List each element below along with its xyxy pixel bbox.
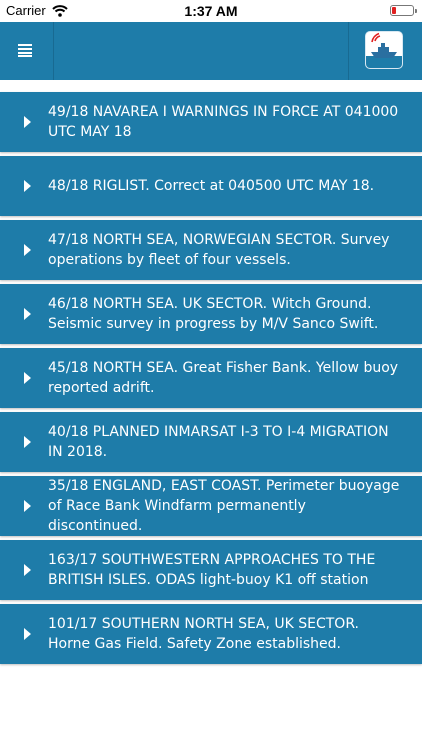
- warning-list-item[interactable]: 35/18 ENGLAND, EAST COAST. Perimeter buo…: [0, 476, 422, 536]
- chevron-right-icon: [24, 308, 31, 320]
- warning-title: 49/18 NAVAREA I WARNINGS IN FORCE AT 041…: [48, 104, 399, 140]
- ship-radio-logo-icon: [366, 32, 402, 68]
- warning-list-item[interactable]: 163/17 SOUTHWESTERN APPROACHES TO THE BR…: [0, 540, 422, 600]
- hamburger-menu-icon: [18, 44, 32, 57]
- warning-title: 47/18 NORTH SEA, NORWEGIAN SECTOR. Surve…: [48, 232, 390, 268]
- warning-list-item[interactable]: 46/18 NORTH SEA. UK SECTOR. Witch Ground…: [0, 284, 422, 344]
- warning-title: 163/17 SOUTHWESTERN APPROACHES TO THE BR…: [48, 552, 376, 588]
- warning-title: 48/18 RIGLIST. Correct at 040500 UTC MAY…: [48, 178, 375, 194]
- chevron-right-icon: [24, 500, 31, 512]
- chevron-right-icon: [24, 372, 31, 384]
- warning-list-item[interactable]: 101/17 SOUTHERN NORTH SEA, UK SECTOR. Ho…: [0, 604, 422, 664]
- chevron-right-icon: [24, 180, 31, 192]
- warning-title: 40/18 PLANNED INMARSAT I-3 TO I-4 MIGRAT…: [48, 424, 389, 460]
- chevron-right-icon: [24, 564, 31, 576]
- menu-button[interactable]: [0, 22, 54, 80]
- warning-list: 49/18 NAVAREA I WARNINGS IN FORCE AT 041…: [0, 92, 422, 668]
- warning-list-item[interactable]: 40/18 PLANNED INMARSAT I-3 TO I-4 MIGRAT…: [0, 412, 422, 472]
- battery-icon: [390, 5, 417, 16]
- nav-bar: [0, 22, 422, 80]
- app-logo-button[interactable]: [348, 22, 422, 80]
- warning-list-item[interactable]: 45/18 NORTH SEA. Great Fisher Bank. Yell…: [0, 348, 422, 408]
- warning-list-item[interactable]: 47/18 NORTH SEA, NORWEGIAN SECTOR. Surve…: [0, 220, 422, 280]
- status-time: 1:37 AM: [184, 3, 238, 19]
- warning-title: 101/17 SOUTHERN NORTH SEA, UK SECTOR. Ho…: [48, 616, 360, 652]
- chevron-right-icon: [24, 436, 31, 448]
- status-bar: Carrier 1:37 AM: [0, 0, 422, 22]
- warning-list-item[interactable]: 48/18 RIGLIST. Correct at 040500 UTC MAY…: [0, 156, 422, 216]
- warning-title: 45/18 NORTH SEA. Great Fisher Bank. Yell…: [48, 360, 399, 396]
- warning-list-item[interactable]: 49/18 NAVAREA I WARNINGS IN FORCE AT 041…: [0, 92, 422, 152]
- chevron-right-icon: [24, 116, 31, 128]
- warning-title: 46/18 NORTH SEA. UK SECTOR. Witch Ground…: [48, 296, 379, 332]
- warning-title: 35/18 ENGLAND, EAST COAST. Perimeter buo…: [48, 478, 400, 534]
- chevron-right-icon: [24, 244, 31, 256]
- chevron-right-icon: [24, 628, 31, 640]
